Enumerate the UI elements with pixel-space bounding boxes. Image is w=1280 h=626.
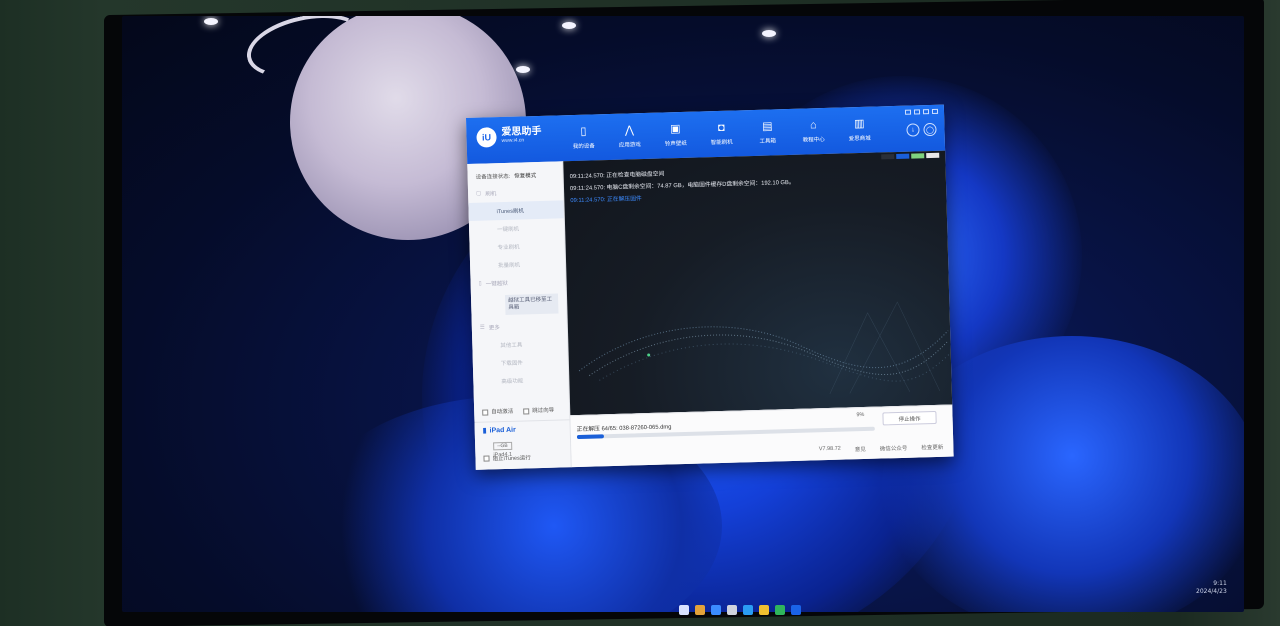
nav-item-phone[interactable]: ▯ 我的设备 xyxy=(560,114,607,161)
user-icon[interactable]: ◯ xyxy=(923,122,937,137)
jailbreak-group-icon: ▯ xyxy=(478,280,482,287)
nav-item-wallpaper[interactable]: ▣ 铃声壁纸 xyxy=(652,112,699,159)
status-value: 恢复模式 xyxy=(514,173,537,180)
taskbar-app-icon[interactable] xyxy=(711,605,721,615)
phone-icon: ▯ xyxy=(580,125,587,138)
group-label: 一键越狱 xyxy=(485,280,508,288)
block-itunes-label: 阻止iTunes运行 xyxy=(492,455,531,463)
block-itunes-checkbox[interactable]: 阻止iTunes运行 xyxy=(483,453,531,462)
progress-status-text: 正在解压 64/65: 038-87260-065.dmg xyxy=(576,424,672,434)
taskbar-app-icon[interactable] xyxy=(791,605,801,615)
nav-item-flash[interactable]: ◘ 智能刷机 xyxy=(698,110,745,157)
tutorial-icon: ⌂ xyxy=(809,118,817,131)
progress-percent: 9% xyxy=(856,411,865,419)
nav-label: 智能刷机 xyxy=(710,139,733,146)
nav-label: 教程中心 xyxy=(802,136,825,144)
device-card[interactable]: ▮ iPad Air --GB iPad4,1 xyxy=(474,419,572,458)
app-logo: iU 爱思助手 www.i4.cn xyxy=(476,126,542,148)
window-controls xyxy=(904,108,939,115)
nav-label: 工具箱 xyxy=(759,137,777,145)
maximize-button[interactable] xyxy=(922,109,930,115)
device-status: 设备连接状态: 恢复模式 xyxy=(467,161,563,185)
wallpaper-icon: ▣ xyxy=(670,122,681,135)
more-group-icon: ☰ xyxy=(479,324,485,331)
minimize-button[interactable] xyxy=(913,109,921,115)
sidebar-group-jailbreak[interactable]: ▯ 一键越狱 xyxy=(470,272,565,293)
menu-button[interactable] xyxy=(904,109,912,115)
flash-group-icon: ▢ xyxy=(476,190,482,197)
progress-area: 正在解压 64/65: 038-87260-065.dmg 9% 停止操作 V7… xyxy=(570,404,954,468)
taskbar-app-icon[interactable] xyxy=(759,605,769,615)
taskbar-app-icon[interactable] xyxy=(727,605,737,615)
view-mode-tab[interactable] xyxy=(896,153,910,160)
auto-activate-checkbox[interactable]: 自动激活 xyxy=(482,407,513,416)
sidebar-item-advanced[interactable]: 高级功能 xyxy=(473,370,568,391)
nav-item-toolbox[interactable]: ▤ 工具箱 xyxy=(744,109,791,156)
app-store-icon: ⋀ xyxy=(624,123,635,137)
group-label: 刷机 xyxy=(485,191,497,198)
ceiling-light-reflection xyxy=(762,30,776,37)
flash-icon: ◘ xyxy=(717,121,725,134)
clock-time: 9:11 xyxy=(1213,580,1227,587)
nav-label: 爱思商城 xyxy=(848,135,871,142)
wechat-link[interactable]: 微信公众号 xyxy=(880,444,908,453)
particle-wave-graphic xyxy=(578,301,950,395)
app-url: www.i4.cn xyxy=(501,137,525,145)
ceiling-light-reflection xyxy=(562,22,576,29)
version-label: V7.98.72 xyxy=(818,445,841,453)
nav-label: 我的设备 xyxy=(572,142,595,150)
taskbar-app-icon[interactable] xyxy=(743,605,753,615)
device-capacity: --GB xyxy=(493,441,512,451)
nav-item-app-store[interactable]: ⋀ 应用游戏 xyxy=(606,113,653,160)
jailbreak-moved-note: 越狱工具已移至工具箱 xyxy=(504,293,559,315)
progress-bar-fill xyxy=(576,434,604,440)
nav-label: 应用游戏 xyxy=(618,141,641,149)
store-icon: ▥ xyxy=(853,117,865,130)
i4-assistant-window: iU 爱思助手 www.i4.cn ▯ 我的设备 ⋀ 应用游戏 ▣ 铃声壁纸 ◘ 智能刷机 ▤ 工… xyxy=(466,104,954,470)
status-label: 设备连接状态: xyxy=(475,173,511,181)
close-button[interactable] xyxy=(931,108,939,114)
sidebar: 设备连接状态: 恢复模式 ▢ 刷机 iTunes刷机 一键刷机 专业刷机 批量刷… xyxy=(467,161,572,470)
taskbar-app-icon[interactable] xyxy=(679,605,689,615)
activation-options: 自动激活 跳过向导 xyxy=(482,406,554,416)
taskbar xyxy=(560,600,920,620)
nav-item-tutorial[interactable]: ⌂ 教程中心 xyxy=(790,108,837,155)
taskbar-app-icon[interactable] xyxy=(695,605,705,615)
check-update-link[interactable]: 检查更新 xyxy=(921,443,943,452)
nav-label: 铃声壁纸 xyxy=(664,140,687,147)
skip-guide-checkbox[interactable]: 跳过向导 xyxy=(523,406,554,415)
group-label: 更多 xyxy=(488,325,500,332)
clock-date: 2024/4/23 xyxy=(1196,588,1227,595)
ceiling-light-reflection xyxy=(516,66,530,73)
download-icon[interactable]: ↓ xyxy=(906,123,920,137)
stop-operation-button[interactable]: 停止操作 xyxy=(882,410,937,426)
nav-item-store[interactable]: ▥ 爱思商城 xyxy=(836,106,883,153)
system-clock[interactable]: 9:11 2024/4/23 xyxy=(1196,580,1227,596)
ceiling-light-reflection xyxy=(204,18,218,25)
flash-log-panel: 09:11:24.570: 正在检查电脑磁盘空间 09:11:24.570: 电脑… xyxy=(563,150,953,416)
view-mode-tab[interactable] xyxy=(881,154,895,160)
logo-icon: iU xyxy=(476,127,497,148)
view-mode-tab[interactable] xyxy=(926,152,940,159)
device-name: ▮ iPad Air xyxy=(482,426,516,435)
taskbar-app-icon[interactable] xyxy=(775,605,785,615)
toolbox-icon: ▤ xyxy=(761,119,773,133)
feedback-link[interactable]: 意见 xyxy=(855,445,866,453)
tablet-icon: ▮ xyxy=(482,427,487,435)
view-mode-tab[interactable] xyxy=(911,153,925,159)
